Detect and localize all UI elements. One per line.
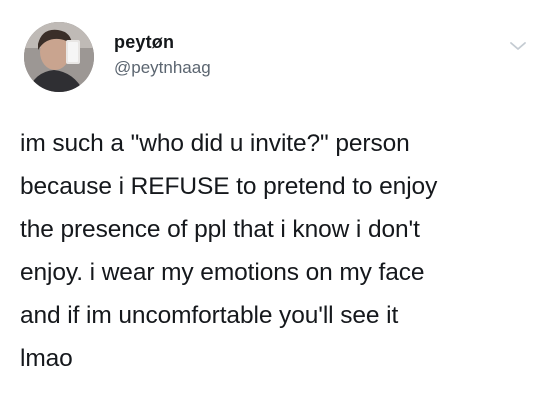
chevron-down-icon[interactable] <box>508 38 528 54</box>
display-name[interactable]: peytøn <box>114 30 211 54</box>
profile-photo-icon <box>24 22 94 92</box>
tweet-text: im such a "who did u invite?" person bec… <box>20 130 438 372</box>
author-info: peytøn @peytnhaag <box>114 30 211 80</box>
tweet-card: peytøn @peytnhaag im such a "who did u i… <box>0 0 544 412</box>
avatar[interactable] <box>24 22 94 92</box>
user-handle[interactable]: @peytnhaag <box>114 56 211 80</box>
tweet-header: peytøn @peytnhaag <box>24 22 526 102</box>
